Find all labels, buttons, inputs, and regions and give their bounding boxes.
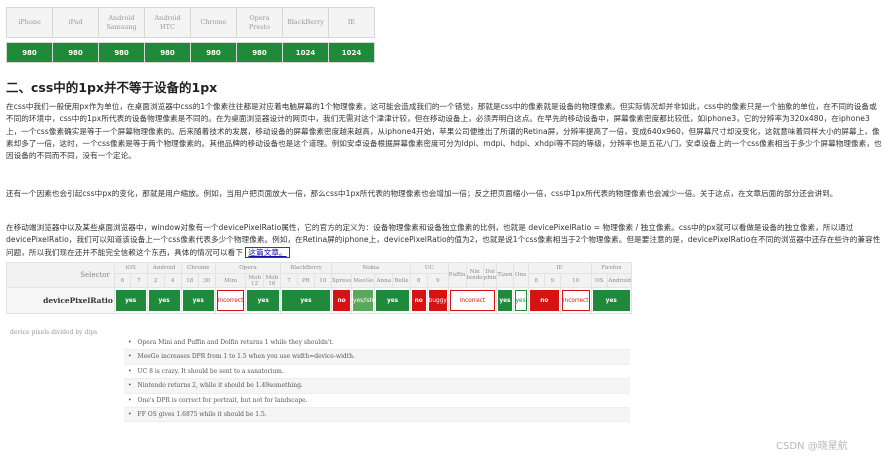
version-cell: 2 [146, 273, 165, 288]
compat-brand-row: Selector iOS Android Chrome Opera BlackB… [6, 262, 632, 288]
version-cell: 30 [197, 273, 216, 288]
version-cell: 8 [527, 273, 545, 288]
compat-cell: yes [376, 290, 409, 311]
selector-label: Selector [6, 262, 115, 288]
brand-cell: Android [146, 262, 182, 274]
version-cell: Xpress [330, 273, 353, 288]
compat-cell: yes [247, 290, 280, 311]
compat-cell: incorrect [561, 290, 590, 311]
csdn-watermark: CSDN @晓星航 [776, 441, 848, 452]
compat-feature-row: devicePixelRatio yes yes yes incorrect y… [6, 287, 632, 314]
version-cell: 6 [113, 273, 132, 288]
version-cell: 10 [559, 273, 592, 288]
device-header-cell: Opera Presto [236, 7, 283, 38]
compat-cell: yes [498, 290, 512, 311]
device-viewport-table: iPhone iPad Android Samsung Android HTC … [6, 7, 375, 63]
version-cell: 8 [409, 273, 428, 288]
version-cell: Anna [374, 273, 394, 288]
version-cell: Belle [392, 273, 411, 288]
compat-note: One's DPR is correct for portrait, but n… [124, 394, 630, 408]
device-value-row: 980 980 980 980 980 980 1024 1024 [6, 42, 375, 63]
brand-cell: iOS [113, 262, 148, 274]
compat-cell: incorrect [216, 290, 245, 311]
device-header-cell: iPad [52, 7, 99, 38]
compat-cell: no [411, 290, 426, 311]
version-cell: 18 [180, 273, 199, 288]
compat-note: Opera Mini and Puffin and Dolfin returns… [124, 336, 630, 351]
version-cell: Mini [214, 273, 247, 288]
device-value-cell: 980 [6, 42, 53, 63]
brand-cell: One [512, 262, 529, 288]
device-value-cell: 980 [98, 42, 145, 63]
device-header-row: iPhone iPad Android Samsung Android HTC … [6, 7, 375, 38]
device-header-cell: Android HTC [144, 7, 191, 38]
compat-note: MeeGo increases DPR from 1 to 1.5 when y… [124, 350, 630, 365]
compat-table-image: Selector iOS Android Chrome Opera BlackB… [6, 262, 632, 432]
compat-note: Nintendo returns 2, while it should be 1… [124, 379, 630, 394]
brand-cell: BlackBerry [280, 262, 332, 274]
device-value-cell: 1024 [282, 42, 329, 63]
device-value-cell: 980 [190, 42, 237, 63]
compat-cell: yes [115, 290, 146, 311]
compat-cell: yes [514, 290, 527, 311]
brand-cell: Opera [214, 262, 282, 274]
brand-cell: UC [409, 262, 449, 274]
paragraph-dpr-text: 在移动端浏览器中以及某些桌面浏览器中，window对象有一个devicePixe… [6, 223, 881, 257]
feature-description: device pixels divided by dips [10, 329, 98, 336]
version-cell: Mob 12 [245, 273, 264, 288]
version-cell: Mob 16 [262, 273, 282, 288]
device-value-cell: 980 [236, 42, 283, 63]
brand-cell: Nin tendo [465, 262, 484, 288]
version-cell: 7 [130, 273, 148, 288]
compat-note: FF OS gives 1.6875 while it should be 1.… [124, 407, 630, 423]
compat-cell: yes [148, 290, 180, 311]
compat-cell: yes [182, 290, 214, 311]
brand-cell: Chrome [180, 262, 216, 274]
compat-cell: no [332, 290, 351, 311]
compat-table: Selector iOS Android Chrome Opera BlackB… [6, 262, 632, 314]
version-cell: PB [296, 273, 315, 288]
version-cell: Android [607, 273, 632, 288]
paragraph-device-pixel-ratio: 在移动端浏览器中以及某些桌面浏览器中，window对象有一个devicePixe… [6, 222, 884, 259]
compat-cell: yes [282, 290, 330, 311]
brand-cell: Tizen [496, 262, 514, 288]
compat-cell: yes [592, 290, 630, 311]
device-value-cell: 1024 [328, 42, 375, 63]
version-cell: MeeGo [351, 273, 376, 288]
brand-cell: Nokia [330, 262, 411, 274]
brand-cell: Puffin [447, 262, 467, 288]
device-header-cell: BlackBerry [282, 7, 329, 38]
version-cell: 10 [313, 273, 332, 288]
device-header-cell: Android Samsung [98, 7, 145, 38]
compat-cell: no [529, 290, 559, 311]
device-value-cell: 980 [52, 42, 99, 63]
version-cell: 7 [280, 273, 298, 288]
paragraph-css-pixels: 在css中我们一般使用px作为单位，在桌面浏览器中css的1个像素往往都是对应着… [6, 102, 882, 161]
device-header-cell: IE [328, 7, 375, 38]
article-link[interactable]: 这篇文章。 [245, 246, 290, 258]
feature-name: devicePixelRatio [6, 287, 115, 314]
version-cell: 4 [163, 273, 182, 288]
brand-cell: IE [527, 262, 592, 274]
version-cell: 9 [426, 273, 449, 288]
compat-notes-list: Opera Mini and Puffin and Dolfin returns… [124, 336, 630, 423]
device-value-cell: 980 [144, 42, 191, 63]
compat-cell: yes/ish [353, 290, 374, 311]
compat-cell: buggy [428, 290, 447, 311]
brand-cell: Dol phin [482, 262, 498, 288]
version-cell: OS [590, 273, 609, 288]
brand-cell: Firefox [590, 262, 632, 274]
compat-note: UC 8 is crazy. It should be sent to a sa… [124, 365, 630, 380]
compat-cell: incorrect [449, 290, 496, 311]
version-cell: 9 [543, 273, 561, 288]
section-heading: 二、css中的1px并不等于设备的1px [6, 80, 218, 95]
device-header-cell: iPhone [6, 7, 53, 38]
paragraph-user-zoom: 还有一个因素也会引起css中px的变化，那就是用户缩放。例如，当用户把页面放大一… [6, 189, 838, 198]
device-header-cell: Chrome [190, 7, 237, 38]
